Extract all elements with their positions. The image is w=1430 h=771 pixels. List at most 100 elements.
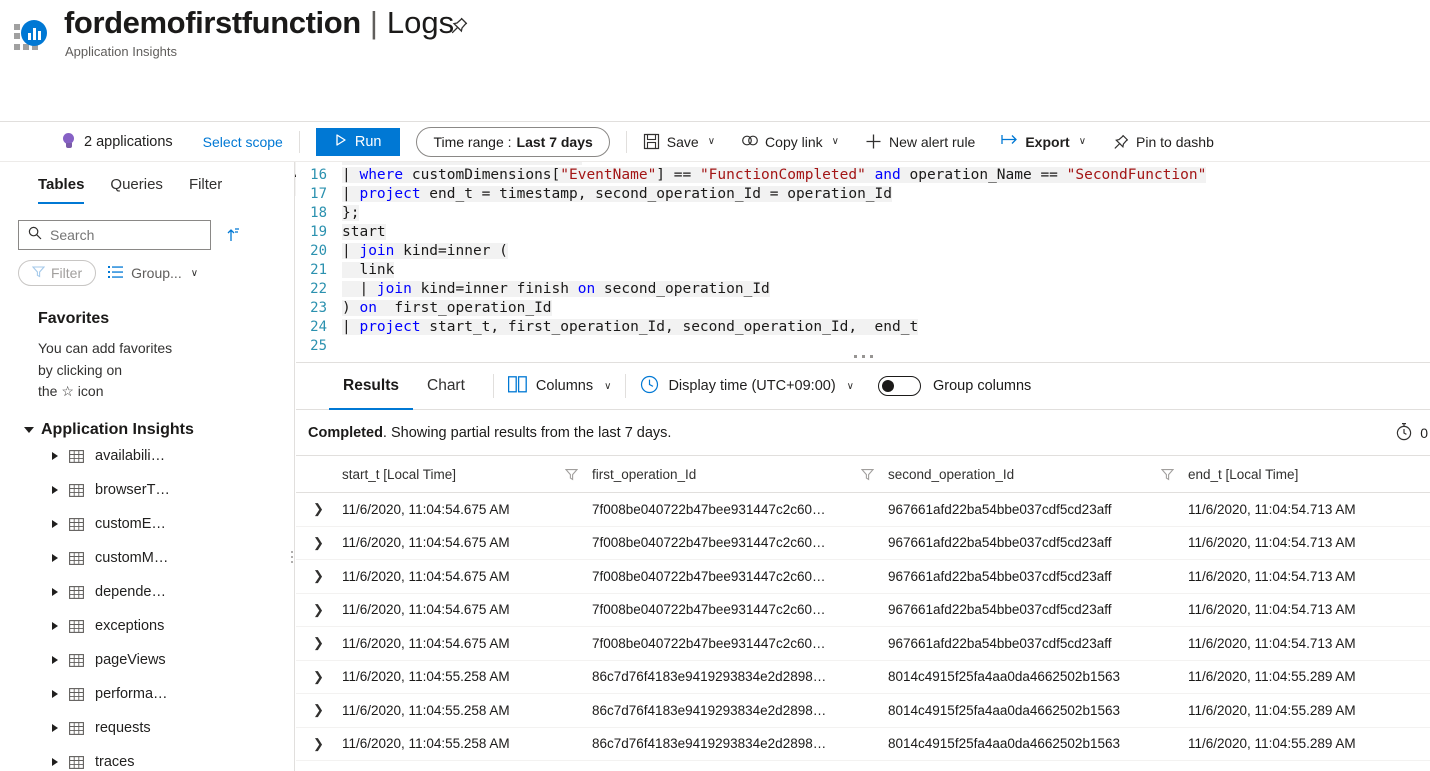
sidebar-tab-filter[interactable]: Filter — [189, 176, 222, 204]
column-header-first-operation-id[interactable]: first_operation_Id — [592, 456, 888, 493]
row-expander-icon[interactable]: ❯ — [296, 702, 338, 718]
tab-chart[interactable]: Chart — [413, 363, 479, 410]
chevron-right-icon[interactable] — [52, 724, 58, 733]
table-item-performancecounters[interactable]: performa… — [0, 677, 294, 711]
cell-end-t: 11/6/2020, 11:04:54.713 AM — [1188, 602, 1356, 618]
table-icon — [69, 517, 84, 532]
columns-button[interactable]: Columns ∨ — [507, 375, 611, 397]
code-line[interactable]: 22 | join kind=inner finish on second_op… — [296, 279, 1430, 298]
pin-icon[interactable] — [448, 15, 470, 37]
table-row[interactable]: ❯ 11/6/2020, 11:04:54.675 AM 7f008be040722… — [296, 493, 1430, 527]
table-item-availability[interactable]: availabili… — [0, 439, 294, 473]
sidebar-tab-queries[interactable]: Queries — [110, 176, 163, 204]
chevron-right-icon[interactable] — [52, 520, 58, 529]
chevron-right-icon[interactable] — [52, 554, 58, 563]
row-expander-icon[interactable]: ❯ — [296, 568, 338, 584]
table-item-requests[interactable]: requests — [0, 711, 294, 745]
row-expander-icon[interactable]: ❯ — [296, 635, 338, 651]
table-row[interactable]: ❯ 11/6/2020, 11:04:55.258 AM 86c7d76f4183e… — [296, 728, 1430, 761]
tab-results[interactable]: Results — [329, 363, 413, 410]
chevron-right-icon[interactable] — [52, 656, 58, 665]
code-line[interactable]: 16 | where customDimensions["EventName"] … — [296, 165, 1430, 184]
code-line[interactable]: 24 | project start_t, first_operation_Id,… — [296, 317, 1430, 336]
run-button[interactable]: Run — [315, 127, 401, 156]
cell-start-t: 11/6/2020, 11:04:55.258 AM — [342, 736, 510, 752]
group-columns-toggle[interactable] — [877, 376, 921, 396]
code-line[interactable]: 25 — [296, 336, 1430, 351]
table-item-label: customE… — [95, 516, 166, 533]
filter-pill-button[interactable]: Filter — [18, 260, 97, 286]
code-line[interactable]: 18}; — [296, 203, 1430, 222]
table-row[interactable]: ❯ 11/6/2020, 11:04:54.675 AM 7f008be040722… — [296, 594, 1430, 627]
table-row[interactable]: ❯ 11/6/2020, 11:04:54.675 AM 7f008be040722… — [296, 527, 1430, 560]
chevron-down-icon[interactable]: ∨ — [708, 136, 715, 147]
copy-link-button[interactable]: Copy link ∨ — [741, 122, 839, 162]
table-row[interactable]: ❯ 11/6/2020, 11:04:55.258 AM 86c7d76f4183e… — [296, 694, 1430, 728]
row-expander-icon[interactable]: ❯ — [296, 602, 338, 618]
search-box[interactable] — [18, 220, 211, 250]
group-by-button[interactable]: Group... ∨ — [108, 265, 198, 282]
funnel-icon[interactable] — [564, 468, 579, 481]
pin-to-dashboard-button[interactable]: Pin to dashb — [1112, 122, 1214, 162]
table-row[interactable]: ❯ 11/6/2020, 11:04:54.675 AM 7f008be040722… — [296, 560, 1430, 594]
table-item-traces[interactable]: traces — [0, 745, 294, 771]
export-button[interactable]: Export ∨ — [1001, 122, 1086, 162]
code-line[interactable]: 20 | join kind=inner ( — [296, 241, 1430, 260]
table-item-custommetrics[interactable]: customM… — [0, 541, 294, 575]
select-scope-link[interactable]: Select scope — [203, 122, 283, 162]
chevron-right-icon[interactable] — [52, 486, 58, 495]
table-row[interactable]: ❯ 11/6/2020, 11:04:55.258 AM 86c7d76f4183e… — [296, 661, 1430, 694]
table-icon — [69, 619, 84, 634]
query-editor[interactable]: 16 | where customDimensions["EventName"] … — [296, 162, 1430, 350]
sort-icon[interactable] — [222, 226, 240, 244]
chevron-right-icon[interactable] — [52, 452, 58, 461]
row-expander-icon[interactable]: ❯ — [296, 501, 338, 517]
results-status-bar: Completed . Showing partial results from… — [296, 410, 1430, 456]
funnel-icon[interactable] — [1160, 468, 1175, 481]
copy-link-label: Copy link — [765, 133, 823, 150]
table-row[interactable]: ❯ 11/6/2020, 11:04:54.675 AM 7f008be040722… — [296, 627, 1430, 661]
editor-results-splitter[interactable] — [296, 350, 1430, 363]
code-line[interactable]: 23) on first_operation_Id — [296, 298, 1430, 317]
chevron-down-icon[interactable]: ∨ — [604, 381, 611, 392]
table-group-application-insights[interactable]: Application Insights — [0, 403, 294, 439]
query-editor-lines: 16 | where customDimensions["EventName"] … — [296, 165, 1430, 350]
funnel-icon[interactable] — [860, 468, 875, 481]
save-button[interactable]: Save ∨ — [643, 122, 715, 162]
cell-end-t: 11/6/2020, 11:04:54.713 AM — [1188, 568, 1356, 584]
line-number: 25 — [310, 337, 327, 351]
chevron-down-icon[interactable]: ∨ — [191, 268, 198, 279]
column-header-second-operation-id[interactable]: second_operation_Id — [888, 456, 1188, 493]
time-range-picker[interactable]: Time range : Last 7 days — [416, 126, 610, 157]
sidebar-tab-tables[interactable]: Tables — [38, 176, 85, 204]
chevron-right-icon[interactable] — [52, 690, 58, 699]
row-expander-icon[interactable]: ❯ — [296, 736, 338, 752]
chevron-right-icon[interactable] — [52, 622, 58, 631]
column-header-start-t[interactable]: start_t [Local Time] — [338, 456, 592, 493]
code-line[interactable]: 19 start — [296, 222, 1430, 241]
sidebar-resize-handle[interactable] — [288, 540, 295, 574]
row-expander-icon[interactable]: ❯ — [296, 535, 338, 551]
table-item-pageviews[interactable]: pageViews — [0, 643, 294, 677]
table-item-exceptions[interactable]: exceptions — [0, 609, 294, 643]
column-header-end-t[interactable]: end_t [Local Time] — [1188, 456, 1430, 493]
row-expander-icon[interactable]: ❯ — [296, 669, 338, 685]
table-item-customevents[interactable]: customE… — [0, 507, 294, 541]
chevron-right-icon[interactable] — [52, 588, 58, 597]
chevron-right-icon[interactable] — [52, 758, 58, 767]
new-alert-rule-button[interactable]: New alert rule — [865, 122, 975, 162]
time-range-value: Last 7 days — [516, 133, 593, 150]
export-icon — [1001, 133, 1018, 150]
code-text: ) on first_operation_Id — [342, 299, 552, 316]
scope-selector[interactable]: 2 applications — [62, 122, 173, 162]
chevron-down-icon[interactable]: ∨ — [1079, 136, 1086, 147]
table-item-browsertimings[interactable]: browserT… — [0, 473, 294, 507]
chevron-down-icon[interactable]: ∨ — [847, 381, 854, 392]
chevron-down-icon[interactable]: ∨ — [832, 136, 839, 147]
display-time-button[interactable]: Display time (UTC+09:00) ∨ — [640, 375, 854, 398]
code-line[interactable]: 21 link — [296, 260, 1430, 279]
search-input[interactable] — [50, 227, 201, 243]
cell-first-operation-id: 86c7d76f4183e9419293834e2d2898… — [592, 736, 827, 752]
table-item-dependencies[interactable]: depende… — [0, 575, 294, 609]
code-line[interactable]: 17 | project end_t = timestamp, second_op… — [296, 184, 1430, 203]
